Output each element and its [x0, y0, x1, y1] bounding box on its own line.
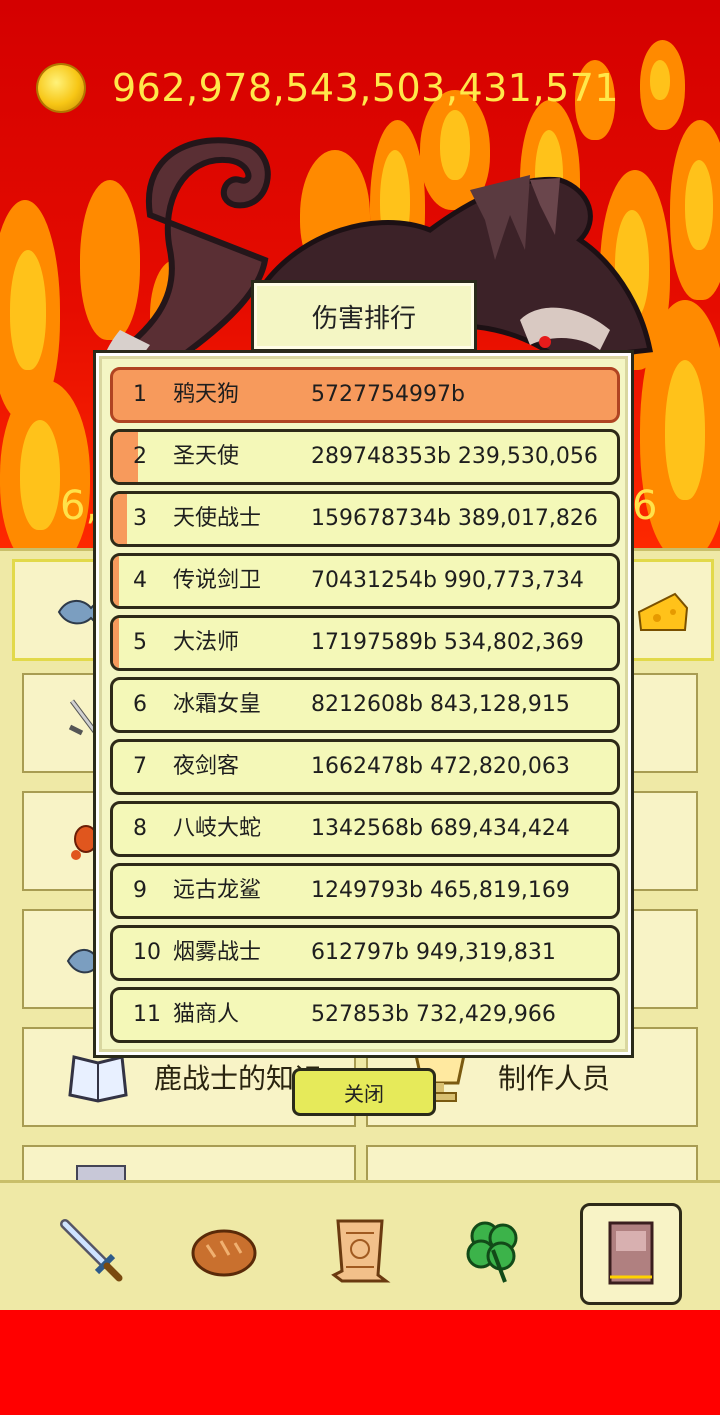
ranking-name: 圣天使	[173, 444, 240, 469]
ranking-damage: 5727754997b	[311, 382, 465, 407]
damage-share-bar	[113, 618, 119, 668]
bottom-red-area	[0, 1310, 720, 1415]
damage-share-bar	[113, 494, 127, 544]
bottom-navigation	[0, 1180, 720, 1313]
ranking-damage: 289748353b 239,530,056	[311, 444, 598, 469]
scroll-icon	[331, 1219, 391, 1283]
ranking-row[interactable]: 5 大法师 17197589b 534,802,369	[110, 615, 620, 671]
ranking-rank: 8	[133, 816, 147, 841]
ranking-row[interactable]: 7 夜剑客 1662478b 472,820,063	[110, 739, 620, 795]
ranking-damage: 17197589b 534,802,369	[311, 630, 584, 655]
ranking-rank: 6	[133, 692, 147, 717]
ranking-rank: 4	[133, 568, 147, 593]
ranking-rank: 2	[133, 444, 147, 469]
ranking-damage: 612797b 949,319,831	[311, 940, 556, 965]
currency-display: 962,978,543,503,431,571	[38, 62, 619, 114]
ranking-rank: 1	[133, 382, 147, 407]
ranking-name: 天使战士	[173, 506, 262, 531]
ranking-name: 冰霜女皇	[173, 692, 262, 717]
ranking-name: 鸦天狗	[173, 382, 240, 407]
ranking-name: 传说剑卫	[173, 568, 262, 593]
ranking-damage: 1662478b 472,820,063	[311, 754, 570, 779]
cheese-icon	[637, 592, 689, 631]
ranking-name: 八岐大蛇	[173, 816, 262, 841]
ranking-title: 伤害排行	[251, 280, 477, 352]
ranking-row[interactable]: 2 圣天使 289748353b 239,530,056	[110, 429, 620, 485]
ranking-list[interactable]: 1 鸦天狗 5727754997b 2 圣天使 289748353b 239,530,05…	[93, 350, 634, 1058]
ranking-damage: 159678734b 389,017,826	[311, 506, 598, 531]
ranking-rank: 9	[133, 878, 147, 903]
ranking-rank: 3	[133, 506, 147, 531]
close-button[interactable]: 关闭	[292, 1068, 436, 1116]
ranking-damage: 1249793b 465,819,169	[311, 878, 570, 903]
book-icon	[608, 1221, 654, 1285]
ranking-rank: 5	[133, 630, 147, 655]
ranking-row[interactable]: 8 八岐大蛇 1342568b 689,434,424	[110, 801, 620, 857]
credits-label: 制作人员	[498, 1062, 611, 1095]
sword-icon	[60, 1219, 123, 1282]
open-book-icon	[68, 1055, 128, 1103]
nav-scroll-button[interactable]	[312, 1203, 408, 1299]
ranking-damage: 70431254b 990,773,734	[311, 568, 584, 593]
bread-icon	[191, 1229, 257, 1277]
clover-icon	[466, 1221, 518, 1283]
damage-number-right: 6	[632, 483, 658, 529]
ranking-name: 大法师	[173, 630, 240, 655]
ranking-damage: 527853b 732,429,966	[311, 1002, 556, 1027]
ranking-row[interactable]: 1 鸦天狗 5727754997b	[110, 367, 620, 423]
currency-amount: 962,978,543,503,431,571	[112, 66, 620, 110]
ranking-row[interactable]: 9 远古龙鲨 1249793b 465,819,169	[110, 863, 620, 919]
damage-share-bar	[113, 556, 119, 606]
ranking-damage: 1342568b 689,434,424	[311, 816, 570, 841]
ranking-rank: 11	[133, 1002, 161, 1027]
gold-coin-icon	[38, 65, 84, 111]
ranking-damage: 8212608b 843,128,915	[311, 692, 570, 717]
ranking-row[interactable]: 11 猫商人 527853b 732,429,966	[110, 987, 620, 1043]
nav-book-button[interactable]	[580, 1203, 682, 1305]
ranking-rank: 7	[133, 754, 147, 779]
ranking-rank: 10	[133, 940, 161, 965]
ranking-name: 远古龙鲨	[173, 878, 262, 903]
nav-sword-button[interactable]	[44, 1203, 140, 1299]
ranking-name: 夜剑客	[173, 754, 240, 779]
ranking-name: 烟雾战士	[173, 940, 262, 965]
ranking-row[interactable]: 10 烟雾战士 612797b 949,319,831	[110, 925, 620, 981]
ranking-row[interactable]: 6 冰霜女皇 8212608b 843,128,915	[110, 677, 620, 733]
nav-bread-button[interactable]	[176, 1203, 272, 1299]
ranking-row[interactable]: 3 天使战士 159678734b 389,017,826	[110, 491, 620, 547]
ranking-row[interactable]: 4 传说剑卫 70431254b 990,773,734	[110, 553, 620, 609]
nav-clover-button[interactable]	[446, 1203, 542, 1299]
ranking-name: 猫商人	[173, 1002, 240, 1027]
